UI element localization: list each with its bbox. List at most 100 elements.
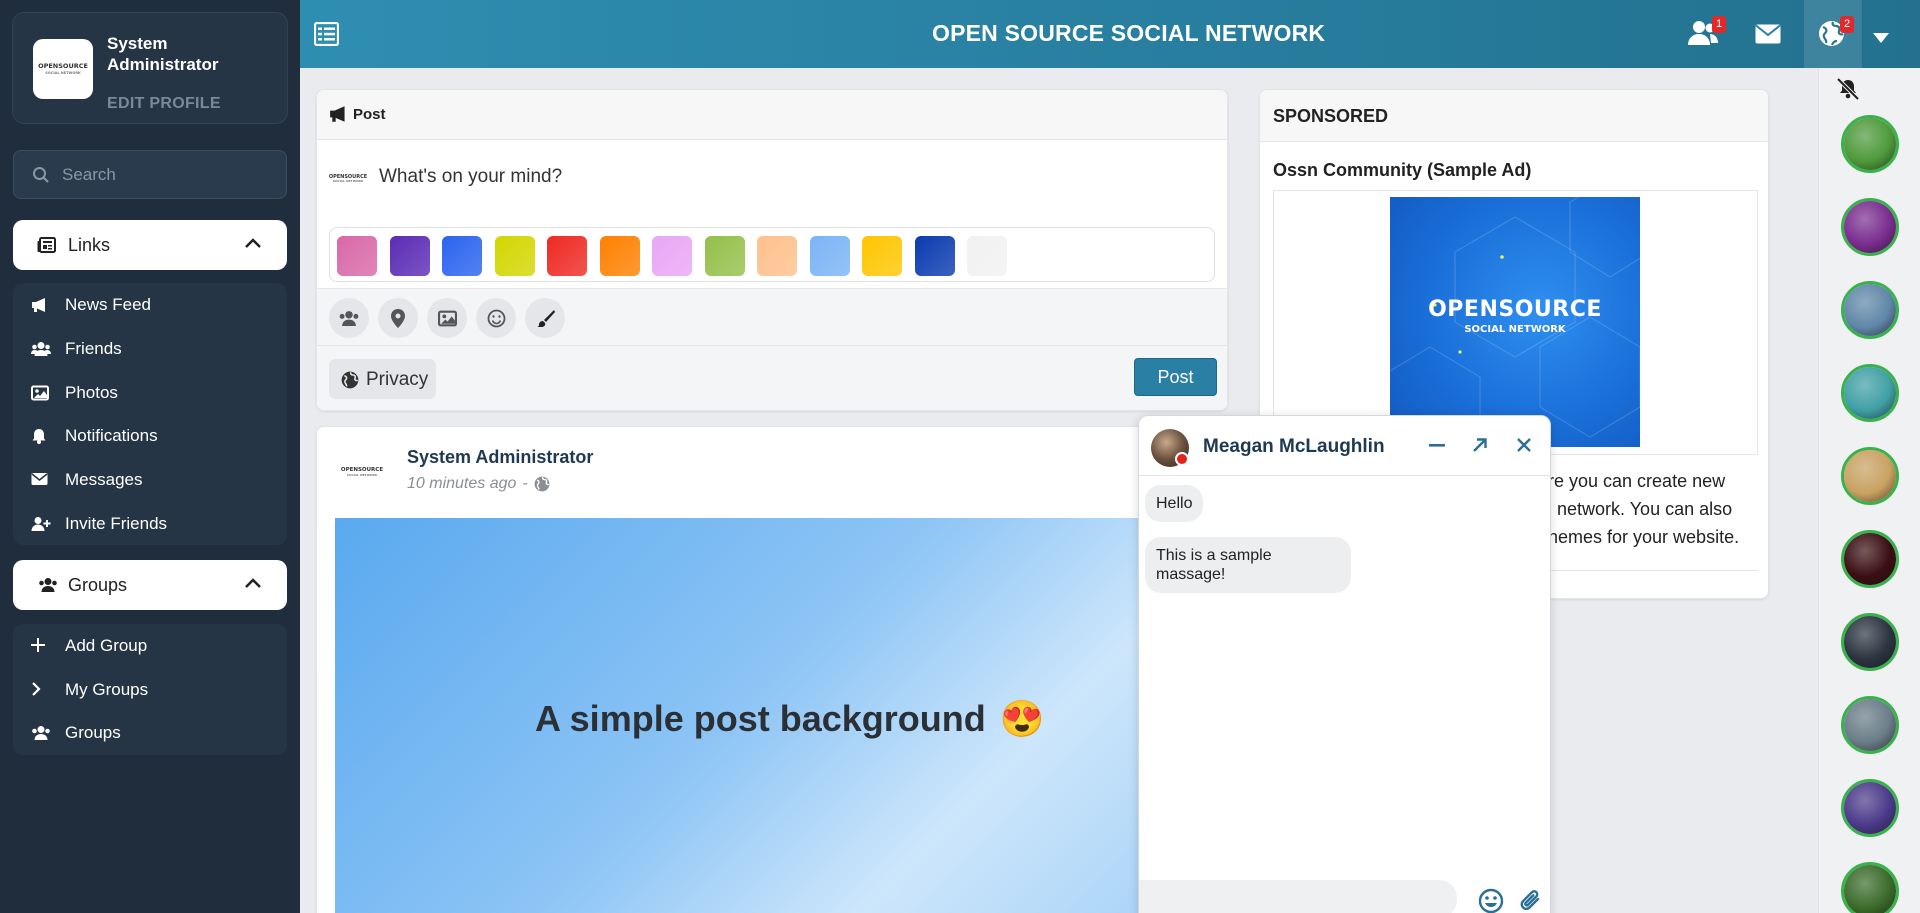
online-friend-avatar[interactable] bbox=[1841, 447, 1899, 505]
links-menu: News Feed Friends Photos Notifications M… bbox=[13, 283, 287, 545]
online-friend-avatar[interactable] bbox=[1841, 779, 1899, 837]
chat-message-input[interactable] bbox=[1139, 880, 1457, 913]
chevron-up-icon bbox=[245, 238, 261, 248]
background-swatch[interactable] bbox=[757, 236, 797, 276]
post-meta: 10 minutes ago - bbox=[407, 475, 550, 493]
ad-logo: OPENSOURCE SOCIAL NETWORK bbox=[1428, 297, 1602, 335]
users-icon bbox=[31, 725, 50, 741]
background-swatch[interactable] bbox=[862, 236, 902, 276]
search-icon bbox=[32, 166, 50, 184]
background-swatch[interactable] bbox=[547, 236, 587, 276]
sidebar-item-news-feed[interactable]: News Feed bbox=[13, 285, 287, 325]
image-icon bbox=[31, 385, 49, 401]
caret-down-icon[interactable] bbox=[1873, 33, 1889, 43]
expand-icon[interactable] bbox=[1472, 437, 1488, 453]
offline-status-dot bbox=[1175, 452, 1189, 466]
post-timestamp[interactable]: 10 minutes ago bbox=[407, 475, 516, 493]
composer-avatar: OPENSOURCE SOCIAL NETWORK bbox=[328, 162, 368, 196]
background-swatch[interactable] bbox=[914, 236, 955, 276]
notifications-badge: 2 bbox=[1840, 16, 1854, 33]
sidebar-item-photos[interactable]: Photos bbox=[13, 373, 287, 413]
ad-image[interactable]: OPENSOURCE SOCIAL NETWORK bbox=[1390, 197, 1640, 447]
image-icon bbox=[437, 310, 457, 327]
logo: OPENSOURCE SOCIAL NETWORK bbox=[328, 174, 368, 184]
background-brush-button[interactable] bbox=[525, 298, 565, 338]
background-swatch[interactable] bbox=[652, 236, 692, 276]
post-meta-separator: - bbox=[522, 475, 528, 492]
edit-profile-link[interactable]: EDIT PROFILE bbox=[107, 95, 221, 113]
users-icon bbox=[31, 341, 51, 357]
logo: OPENSOURCE SOCIAL NETWORK bbox=[340, 466, 384, 477]
chat-header[interactable]: Meagan McLaughlin bbox=[1139, 416, 1550, 476]
online-friend-avatar[interactable] bbox=[1841, 364, 1899, 422]
online-friend-avatar[interactable] bbox=[1841, 862, 1899, 913]
sponsored-title: SPONSORED bbox=[1273, 106, 1389, 126]
background-swatch[interactable] bbox=[494, 236, 535, 276]
composer-header: Post bbox=[317, 90, 1227, 140]
sidebar-item-notifications[interactable]: Notifications bbox=[13, 416, 287, 456]
profile-avatar[interactable]: OPENSOURCE SOCIAL NETWORK bbox=[33, 39, 93, 99]
user-plus-icon bbox=[31, 516, 51, 532]
logo: OPENSOURCE SOCIAL NETWORK bbox=[38, 62, 88, 75]
post-text-input[interactable]: What's on your mind? bbox=[379, 166, 562, 188]
background-swatch[interactable] bbox=[442, 236, 482, 276]
ad-title[interactable]: Ossn Community (Sample Ad) bbox=[1273, 160, 1531, 181]
globe-icon bbox=[534, 476, 550, 492]
background-swatch[interactable] bbox=[337, 236, 377, 276]
emoji-button[interactable] bbox=[476, 298, 516, 338]
online-friend-avatar[interactable] bbox=[1841, 613, 1899, 671]
background-picker bbox=[329, 227, 1215, 282]
chat-contact-name[interactable]: Meagan McLaughlin bbox=[1203, 436, 1385, 458]
post-author-name[interactable]: System Administrator bbox=[407, 447, 593, 468]
composer-tab-post[interactable]: Post bbox=[353, 106, 386, 123]
bell-slash-icon[interactable] bbox=[1836, 78, 1860, 100]
background-swatch[interactable] bbox=[704, 236, 745, 276]
background-swatch[interactable] bbox=[389, 236, 430, 276]
post-body-text: A simple post background bbox=[535, 698, 986, 739]
sidebar-item-label: Add Group bbox=[65, 636, 148, 655]
photo-upload-button[interactable] bbox=[427, 298, 467, 338]
background-swatch[interactable] bbox=[599, 236, 640, 276]
post-submit-button[interactable]: Post bbox=[1134, 358, 1217, 396]
messages-envelope-icon[interactable] bbox=[1755, 24, 1781, 44]
smile-icon[interactable] bbox=[1478, 888, 1504, 913]
online-friend-avatar[interactable] bbox=[1841, 281, 1899, 339]
paperclip-icon[interactable] bbox=[1519, 888, 1543, 913]
background-swatch[interactable] bbox=[967, 236, 1007, 276]
online-friend-avatar[interactable] bbox=[1841, 198, 1899, 256]
background-swatch[interactable] bbox=[809, 236, 850, 276]
post-composer: Post OPENSOURCE SOCIAL NETWORK What's on… bbox=[316, 89, 1228, 411]
tag-friends-button[interactable] bbox=[329, 298, 369, 338]
sidebar-toggle-icon[interactable] bbox=[314, 22, 339, 46]
online-friend-avatar[interactable] bbox=[1841, 696, 1899, 754]
site-title[interactable]: OPEN SOURCE SOCIAL NETWORK bbox=[932, 20, 1325, 47]
links-section-toggle[interactable]: Links bbox=[13, 220, 287, 270]
profile-name[interactable]: System Administrator bbox=[107, 33, 257, 75]
bell-icon bbox=[31, 428, 49, 444]
sidebar-item-invite-friends[interactable]: Invite Friends bbox=[13, 504, 287, 544]
sidebar-item-label: Photos bbox=[65, 383, 118, 402]
online-friend-avatar[interactable] bbox=[1841, 530, 1899, 588]
online-friend-avatar[interactable] bbox=[1841, 115, 1899, 173]
envelope-icon bbox=[31, 472, 49, 488]
search-input[interactable] bbox=[62, 163, 272, 187]
chat-message: Hello bbox=[1145, 485, 1204, 522]
privacy-button[interactable]: Privacy bbox=[329, 359, 436, 399]
sidebar-item-messages[interactable]: Messages bbox=[13, 460, 287, 500]
minimize-icon[interactable] bbox=[1429, 444, 1445, 448]
sidebar-item-add-group[interactable]: Add Group bbox=[13, 626, 287, 666]
sidebar-item-my-groups[interactable]: My Groups bbox=[13, 670, 287, 710]
close-icon[interactable] bbox=[1517, 438, 1531, 452]
groups-section-toggle[interactable]: Groups bbox=[13, 560, 287, 610]
bullhorn-icon bbox=[31, 297, 49, 313]
sidebar-item-label: Messages bbox=[65, 470, 143, 489]
chevron-right-icon bbox=[31, 682, 49, 698]
links-section-label: Links bbox=[68, 235, 111, 255]
post-author-avatar[interactable]: OPENSOURCE SOCIAL NETWORK bbox=[337, 457, 387, 487]
topbar: OPEN SOURCE SOCIAL NETWORK 1 2 bbox=[300, 0, 1920, 68]
plus-icon bbox=[31, 638, 49, 654]
location-button[interactable] bbox=[378, 298, 418, 338]
sidebar-item-groups[interactable]: Groups bbox=[13, 713, 287, 753]
post-background: A simple post background 😍 bbox=[335, 518, 1227, 913]
sidebar-item-friends[interactable]: Friends bbox=[13, 329, 287, 369]
